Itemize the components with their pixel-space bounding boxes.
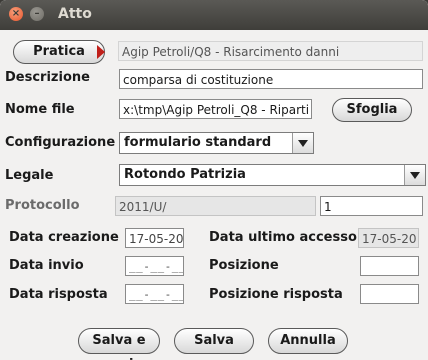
data-invio-label: Data invio — [9, 258, 84, 273]
atto-dialog: × – Atto Pratica Agip Petroli/Q8 - Risar… — [0, 0, 428, 360]
data-ultimo-accesso-label: Data ultimo accesso — [209, 230, 357, 245]
pratica-button-label: Pratica — [33, 44, 85, 59]
data-risposta-input[interactable]: __-__-__ — [125, 284, 184, 304]
protocollo-prefix-field: 2011/U/ — [115, 196, 316, 216]
data-risposta-label: Data risposta — [9, 287, 108, 302]
nome-file-input[interactable]: x:\tmp\Agip Petroli_Q8 - Riparti — [119, 99, 312, 119]
cancel-button[interactable]: Annulla — [268, 328, 348, 354]
protocollo-number-input[interactable]: 1 — [320, 196, 423, 216]
legale-label: Legale — [5, 168, 54, 183]
legale-select[interactable]: Rotondo Patrizia — [119, 164, 426, 186]
descrizione-input[interactable]: comparsa di costituzione — [119, 69, 423, 89]
posizione-input[interactable] — [360, 256, 419, 276]
legale-value: Rotondo Patrizia — [124, 167, 246, 182]
sfoglia-button[interactable]: Sfoglia — [332, 98, 412, 122]
close-icon[interactable]: × — [9, 7, 23, 21]
pratica-button[interactable]: Pratica — [13, 40, 105, 64]
data-creazione-label: Data creazione — [9, 230, 119, 245]
chevron-down-icon[interactable] — [292, 133, 313, 153]
posizione-risposta-input[interactable] — [360, 284, 419, 304]
configurazione-label: Configurazione — [5, 135, 116, 150]
data-creazione-input[interactable]: 17-05-20 — [125, 228, 184, 248]
title-bar: × – Atto — [0, 0, 428, 30]
protocollo-label: Protocollo — [5, 198, 80, 213]
save-button[interactable]: Salva — [174, 328, 254, 354]
arrow-right-icon — [97, 45, 105, 59]
configurazione-value: formulario standard — [124, 135, 272, 150]
posizione-risposta-label: Posizione risposta — [209, 287, 343, 302]
data-ultimo-accesso-field: 17-05-20 — [358, 228, 419, 248]
minimize-icon[interactable]: – — [30, 7, 44, 21]
data-invio-input[interactable]: __-__-__ — [125, 256, 184, 276]
window-title: Atto — [58, 6, 92, 22]
pratica-field: Agip Petroli/Q8 - Risarcimento danni — [118, 41, 423, 61]
save-and-open-button[interactable]: Salva e apri — [78, 328, 160, 360]
configurazione-select[interactable]: formulario standard — [119, 132, 314, 154]
posizione-label: Posizione — [209, 258, 279, 273]
nome-file-label: Nome file — [5, 102, 75, 117]
chevron-down-icon[interactable] — [404, 165, 425, 185]
descrizione-label: Descrizione — [5, 70, 90, 85]
